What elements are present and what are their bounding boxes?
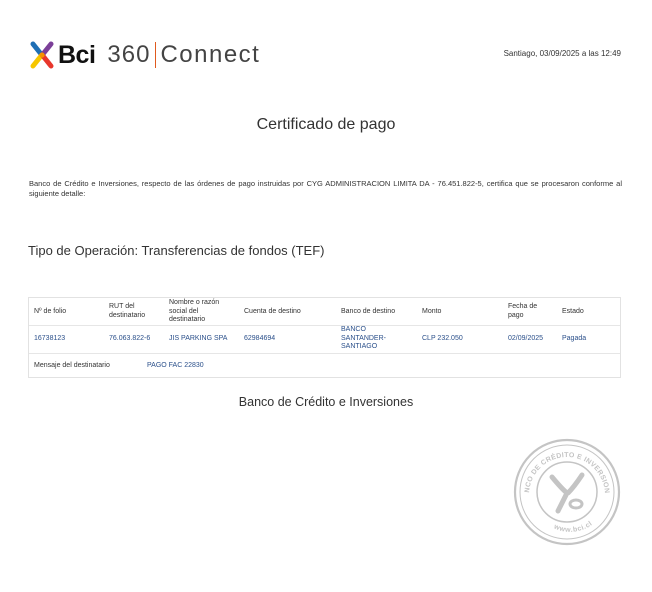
certificate-intro-text: Banco de Crédito e Inversiones, respecto… [29,179,622,198]
row-folio: 16738123 [34,335,66,342]
table-divider [29,353,620,354]
logo-product-number: 360 [107,41,151,68]
header-status: Estado [562,308,584,315]
row-bank: BANCO SANTANDER-SANTIAGO [341,326,386,350]
header-name: Nombre o razón social del destinatario [169,299,220,323]
message-label: Mensaje del destinatario [34,362,110,369]
logo-separator [155,42,157,68]
header-bank: Banco de destino [341,308,396,315]
header-account: Cuenta de destino [244,308,301,315]
header-folio: Nº de folio [34,308,67,315]
header-amount: Monto [422,308,442,315]
logo-product-name: Connect [160,41,261,68]
document-title: Certificado de pago [256,116,396,133]
operation-type-heading: Tipo de Operación: Transferencias de fon… [28,243,325,258]
row-status: Pagada [562,335,587,342]
header-rut: RUT del destinatario [109,303,146,319]
bank-seal-stamp: BANCO DE CRÉDITO E INVERSIONES www.bci.c… [509,432,622,547]
bci-360-connect-logo: Bci 360 Connect [27,38,260,72]
row-rut: 76.063.822-6 [109,335,151,342]
row-amount: CLP 232.050 [422,335,463,342]
message-value: PAGO FAC 22830 [147,362,204,369]
svg-text:www.bci.cl: www.bci.cl [552,520,594,534]
row-account: 62984694 [244,335,276,342]
logo-brand-text: Bci [58,40,96,69]
row-date: 02/09/2025 [508,335,544,342]
table-divider [29,325,620,326]
issue-date: Santiago, 03/09/2025 a las 12:49 [503,49,621,58]
seal-emblem-icon [549,472,585,514]
footer-bank-name: Banco de Crédito e Inversiones [238,395,414,409]
payment-details-table: Nº de folio RUT del destinatario Nombre … [28,297,621,378]
row-name: JIS PARKING SPA [169,335,228,342]
header-date: Fecha de pago [508,303,538,319]
bci-logo-mark-icon [27,40,57,70]
